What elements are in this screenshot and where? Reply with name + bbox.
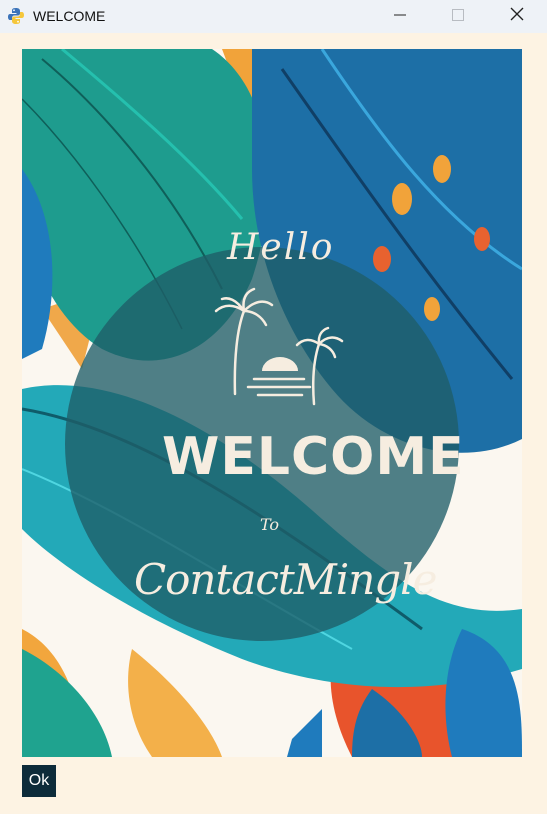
title-bar[interactable]: WELCOME <box>0 0 547 33</box>
to-text: To <box>260 515 280 534</box>
hello-text: Hello <box>227 227 335 268</box>
ok-button[interactable]: Ok <box>22 765 56 797</box>
close-button[interactable] <box>488 0 546 33</box>
window-title: WELCOME <box>33 8 106 24</box>
app-name-text: ContactMingle <box>134 555 437 604</box>
close-icon <box>510 7 524 26</box>
maximize-icon <box>452 8 464 26</box>
python-icon <box>7 7 25 25</box>
minimize-button[interactable] <box>371 0 429 33</box>
welcome-poster-image: Hello WELCOME To ContactMingle <box>22 49 522 757</box>
welcome-window: WELCOME Hello WELCOME To ContactMingle O… <box>0 0 547 814</box>
welcome-headline: WELCOME <box>162 427 465 487</box>
minimize-icon <box>394 8 406 26</box>
maximize-button[interactable] <box>429 0 487 33</box>
